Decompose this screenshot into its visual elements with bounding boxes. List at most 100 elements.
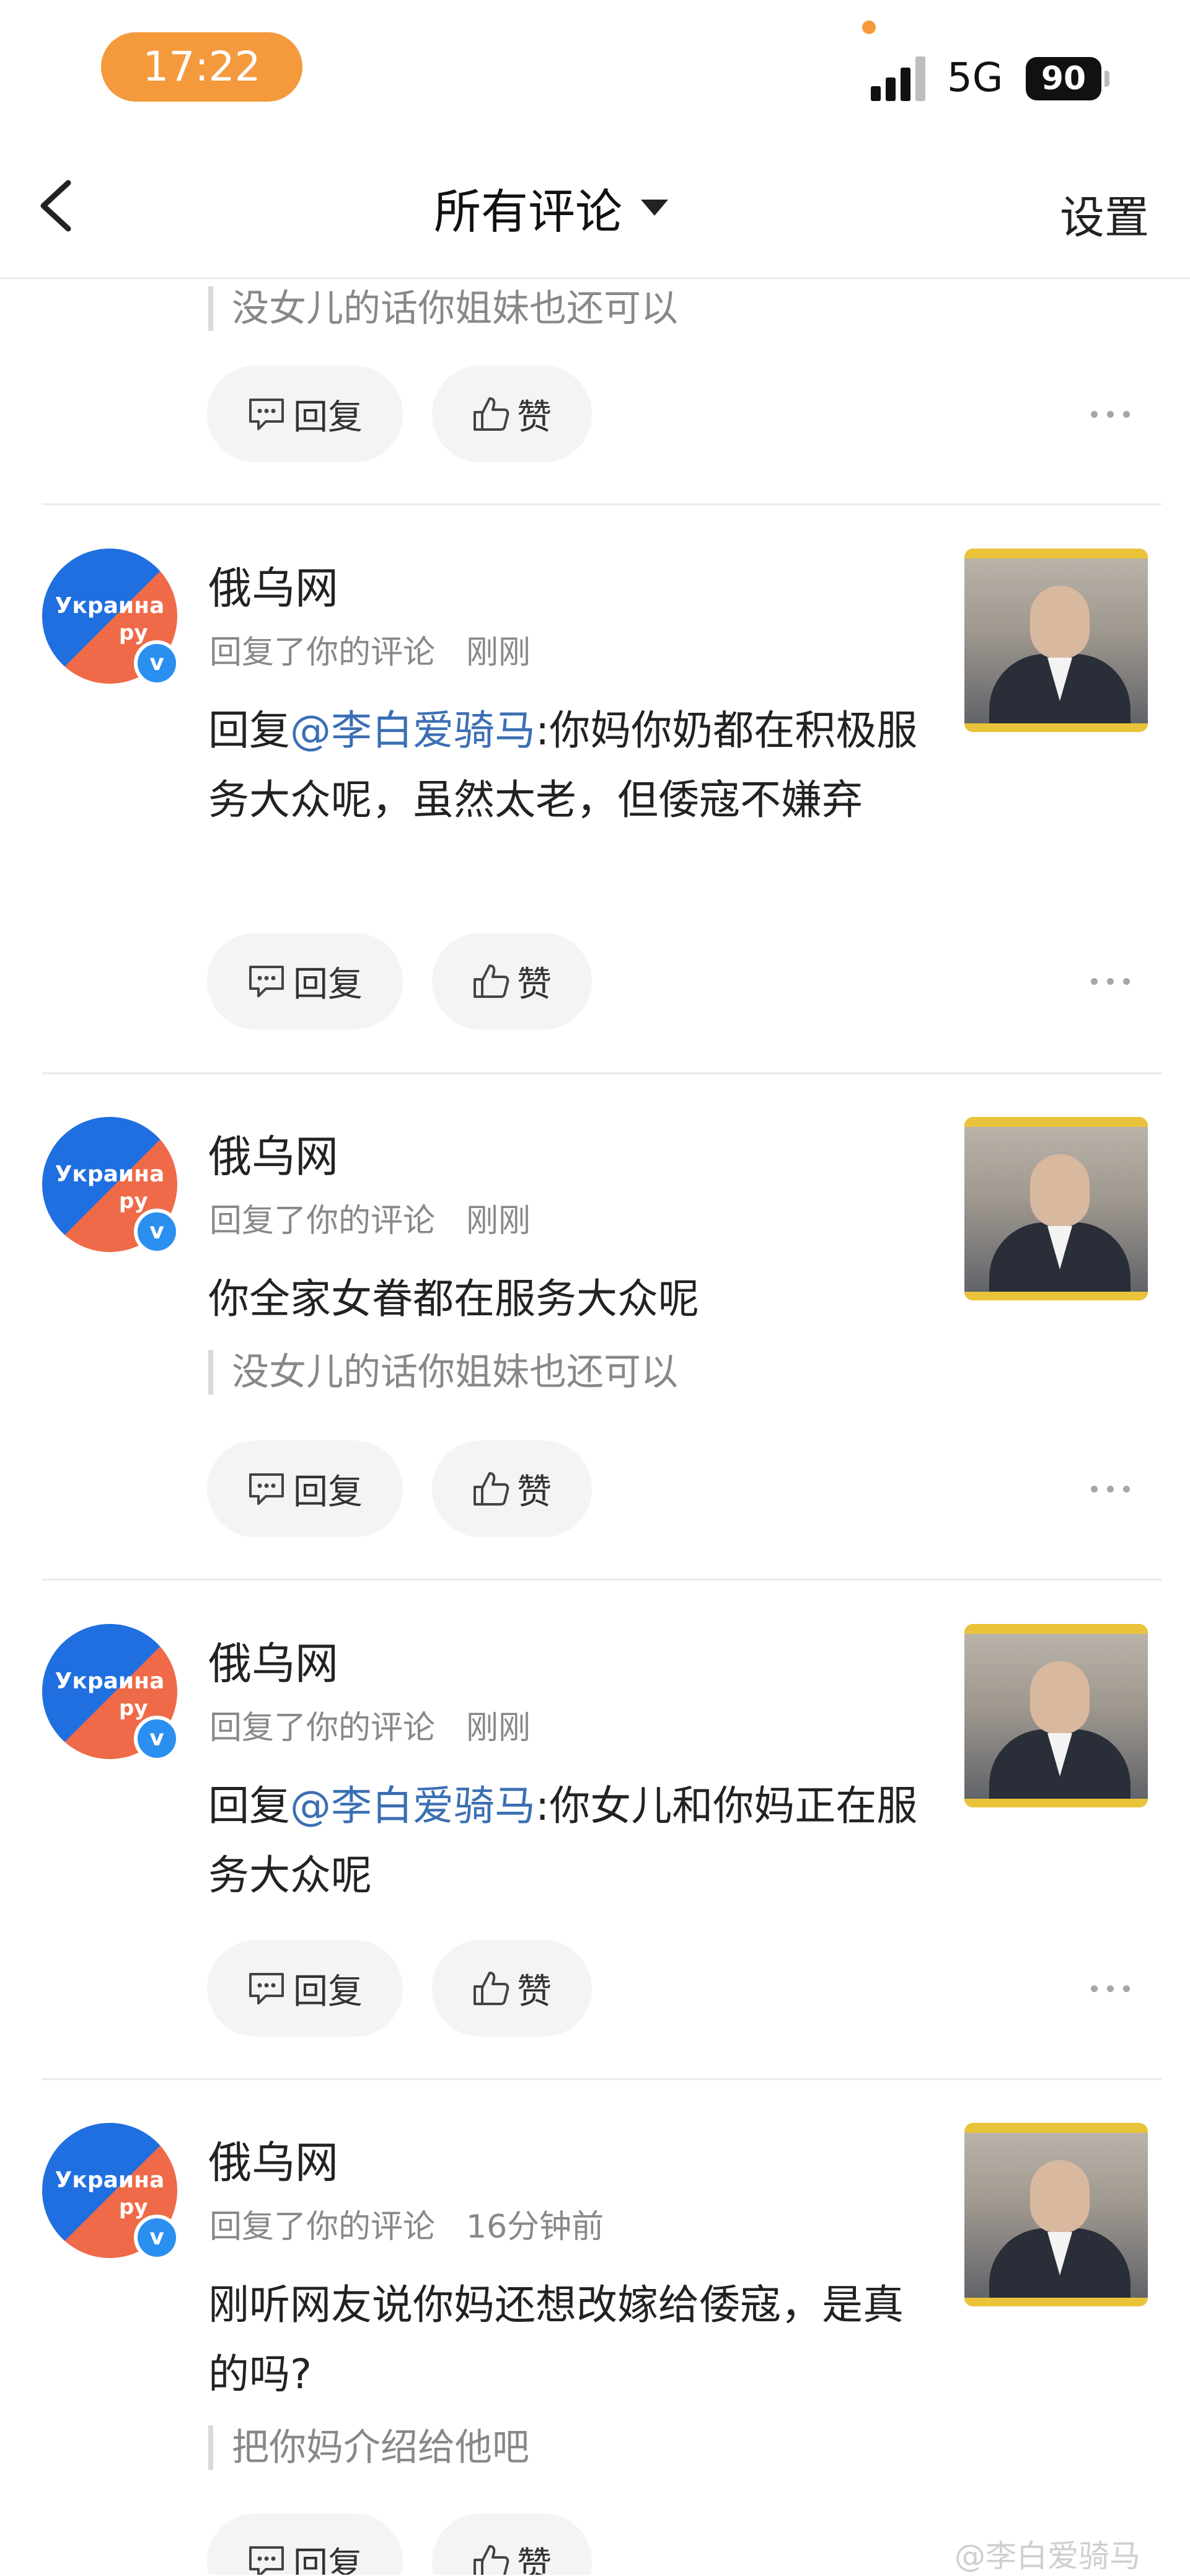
- reply-label: 回复: [293, 1471, 363, 1512]
- quoted-comment: 把你妈介绍给他吧: [208, 2425, 529, 2470]
- reply-button[interactable]: 回复: [207, 1940, 403, 2037]
- quoted-comment: 没女儿的话你姐妹也还可以: [208, 1350, 678, 1395]
- meta-action: 回复了你的评论: [209, 2208, 436, 2246]
- settings-button[interactable]: 设置: [1060, 181, 1149, 246]
- watermark: @李白爱骑马: [954, 2538, 1140, 2574]
- divider: [42, 503, 1161, 505]
- reply-label: 回复: [293, 964, 363, 1005]
- comment-icon: [249, 966, 284, 997]
- like-label: 赞: [517, 2544, 552, 2575]
- avatar-logo-text: Украина: [55, 593, 165, 619]
- signal-icon: [871, 55, 933, 101]
- divider: [42, 1579, 1161, 1581]
- reply-button[interactable]: 回复: [207, 933, 403, 1030]
- like-button[interactable]: 赞: [432, 1440, 592, 1537]
- post-thumbnail[interactable]: [964, 549, 1148, 732]
- thumbs-up-icon: [474, 964, 509, 998]
- battery-tip: [1104, 71, 1109, 87]
- verified-badge-icon: v: [134, 1716, 180, 1762]
- like-label: 赞: [517, 1471, 552, 1512]
- privacy-indicator-dot: [862, 20, 876, 34]
- reply-label: 回复: [293, 1971, 363, 2012]
- avatar-logo-text: ру: [119, 620, 148, 645]
- back-button[interactable]: [25, 172, 93, 240]
- verified-badge-icon: v: [134, 640, 180, 686]
- status-bar: 17:22 5G 90: [0, 0, 1190, 138]
- thumbs-up-icon: [474, 2545, 509, 2575]
- post-thumbnail[interactable]: [964, 2123, 1148, 2306]
- comment-text: 回复@李白爱骑马:你女儿和你妈正在服务大众呢: [208, 1771, 927, 1910]
- comment-icon: [249, 1973, 284, 2005]
- comment-text: 你全家女眷都在服务大众呢: [208, 1264, 927, 1334]
- avatar[interactable]: Украина ру v: [42, 549, 180, 686]
- avatar-logo-text: Украина: [55, 1162, 165, 1187]
- timestamp: 刚刚: [466, 1202, 531, 1240]
- user-name[interactable]: 俄乌网: [208, 2128, 338, 2190]
- thumbs-up-icon: [474, 1972, 509, 2005]
- meta-action: 回复了你的评论: [209, 634, 436, 671]
- comment-icon: [249, 399, 284, 430]
- reply-prefix: 回复: [208, 707, 290, 754]
- quoted-comment: 没女儿的话你姐妹也还可以: [208, 286, 678, 331]
- comment-icon: [249, 1473, 284, 1505]
- comment-text: 回复@李白爱骑马:你妈你奶都在积极服务大众呢，虽然太老，但倭寇不嫌弃: [208, 696, 927, 835]
- avatar[interactable]: Украина ру v: [42, 1117, 180, 1255]
- timestamp: 刚刚: [466, 1709, 531, 1747]
- mention-link[interactable]: @李白爱骑马: [290, 1782, 536, 1830]
- user-name[interactable]: 俄乌网: [208, 1122, 338, 1184]
- user-name[interactable]: 俄乌网: [208, 1629, 338, 1692]
- avatar-logo-text: Украина: [55, 2168, 165, 2193]
- chevron-left-icon: [40, 180, 71, 232]
- like-label: 赞: [517, 1971, 552, 2012]
- avatar-logo-text: ру: [119, 2195, 148, 2220]
- comment-feed[interactable]: 没女儿的话你姐妹也还可以 回复 赞 Украина ру v 俄乌网 回复了你的…: [0, 279, 1190, 2575]
- avatar-logo-text: ру: [119, 1696, 148, 1721]
- like-button[interactable]: 赞: [432, 366, 592, 462]
- comment-text: 刚听网友说你妈还想改嫁给倭寇，是真的吗?: [208, 2270, 927, 2409]
- page-title: 所有评论: [434, 184, 622, 239]
- avatar-logo-text: ру: [119, 1189, 148, 1214]
- divider: [42, 2078, 1161, 2080]
- thumbs-up-icon: [474, 1472, 509, 1506]
- like-button[interactable]: 赞: [432, 933, 592, 1030]
- avatar-logo-text: Украина: [55, 1669, 165, 1694]
- comment-meta: 回复了你的评论 刚刚: [209, 626, 531, 673]
- comment-body: 刚听网友说你妈还想改嫁给倭寇，是真的吗?: [208, 2281, 904, 2398]
- status-time: 17:22: [101, 32, 302, 102]
- more-options-button[interactable]: [1091, 1979, 1130, 1998]
- reply-prefix: 回复: [208, 1782, 290, 1830]
- comment-meta: 回复了你的评论 16分钟前: [209, 2200, 604, 2247]
- caret-down-icon: [641, 200, 668, 216]
- battery-icon: 90: [1026, 57, 1101, 100]
- like-button[interactable]: 赞: [432, 2513, 592, 2575]
- comment-meta: 回复了你的评论 刚刚: [209, 1701, 531, 1748]
- mention-link[interactable]: @李白爱骑马: [290, 707, 536, 754]
- meta-action: 回复了你的评论: [209, 1202, 436, 1240]
- reply-button[interactable]: 回复: [207, 2513, 403, 2575]
- avatar[interactable]: Украина ру v: [42, 2123, 180, 2261]
- timestamp: 刚刚: [466, 634, 531, 671]
- divider: [42, 1072, 1161, 1074]
- user-name[interactable]: 俄乌网: [208, 554, 338, 616]
- more-options-button[interactable]: [1091, 972, 1130, 990]
- like-button[interactable]: 赞: [432, 1940, 592, 2037]
- reply-button[interactable]: 回复: [207, 366, 403, 462]
- network-label: 5G: [947, 55, 1003, 101]
- reply-label: 回复: [293, 2544, 363, 2575]
- verified-badge-icon: v: [134, 2215, 180, 2261]
- timestamp: 16分钟前: [466, 2208, 604, 2246]
- post-thumbnail[interactable]: [964, 1624, 1148, 1807]
- nav-bar: 所有评论 设置: [0, 138, 1190, 279]
- like-label: 赞: [517, 964, 552, 1005]
- post-thumbnail[interactable]: [964, 1117, 1148, 1300]
- comment-filter-dropdown[interactable]: 所有评论: [434, 174, 668, 242]
- thumbs-up-icon: [474, 397, 509, 431]
- meta-action: 回复了你的评论: [209, 1709, 436, 1747]
- avatar[interactable]: Украина ру v: [42, 1624, 180, 1762]
- more-options-button[interactable]: [1091, 405, 1130, 423]
- reply-button[interactable]: 回复: [207, 1440, 403, 1537]
- like-label: 赞: [517, 397, 552, 438]
- comment-meta: 回复了你的评论 刚刚: [209, 1194, 531, 1241]
- more-options-button[interactable]: [1091, 1480, 1130, 1498]
- comment-icon: [249, 2546, 284, 2575]
